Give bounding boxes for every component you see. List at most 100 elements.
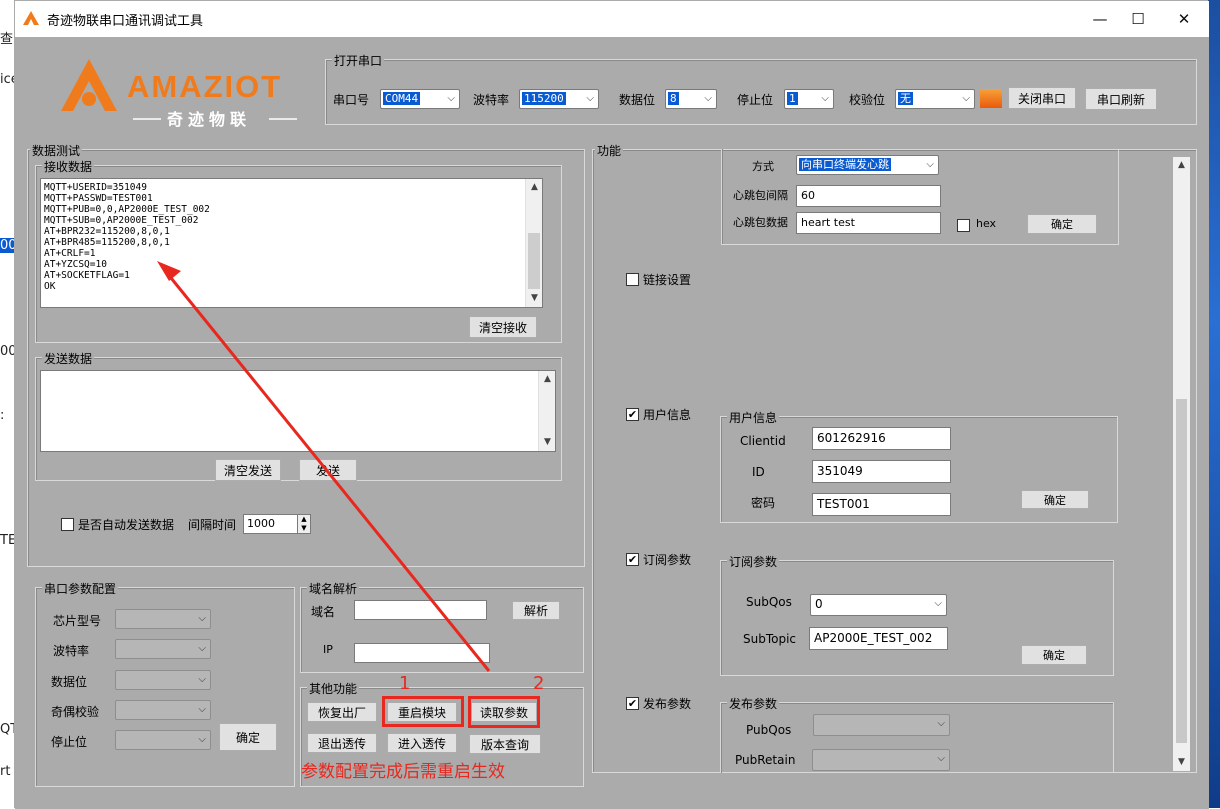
desktop-text-fragment: QT [0, 722, 14, 737]
databits-value: 8 [668, 92, 679, 105]
publish-checkbox[interactable]: ✔ [626, 697, 639, 710]
chevron-down-icon: ⌵ [962, 93, 970, 104]
subqos-select[interactable]: 0 ⌵ [810, 594, 947, 616]
window-title: 奇迹物联串口通讯调试工具 [47, 14, 204, 29]
refresh-port-button[interactable]: 串口刷新 [1085, 88, 1157, 110]
link-settings-label: 链接设置 [643, 273, 692, 287]
group-title: 接收数据 [42, 158, 95, 175]
chevron-down-icon: ⌵ [198, 734, 206, 745]
parity-select[interactable]: 无 ⌵ [895, 89, 975, 109]
port-value: COM44 [383, 92, 421, 105]
scroll-up-icon[interactable]: ▲ [539, 371, 555, 388]
link-settings-checkbox[interactable] [626, 273, 639, 286]
group-title: 功能 [595, 142, 624, 159]
scroll-up-icon[interactable]: ▲ [1173, 157, 1190, 174]
exit-passthrough-button[interactable]: 退出透传 [307, 733, 377, 753]
config-stopbits-select[interactable]: ⌵ [115, 730, 211, 750]
auto-send-label: 是否自动发送数据 [78, 518, 175, 532]
chevron-down-icon: ⌵ [821, 93, 829, 104]
receive-line: MQTT+PUB=0,0,AP2000E_TEST_002 [44, 204, 210, 215]
hex-checkbox[interactable] [957, 219, 970, 232]
logo-brand-text: AMAZIOT [127, 69, 282, 104]
config-parity-select[interactable]: ⌵ [115, 700, 211, 720]
chevron-down-icon: ⌵ [198, 643, 206, 654]
function-scrollbar[interactable]: ▲ ▼ [1173, 157, 1190, 771]
config-baud-select[interactable]: ⌵ [115, 639, 211, 659]
send-textarea[interactable]: ▲ ▼ [40, 370, 556, 452]
heartbeat-data-input[interactable]: heart test [796, 212, 941, 234]
password-input[interactable]: TEST001 [812, 493, 951, 516]
receive-line: AT+CRLF=1 [44, 248, 96, 259]
scroll-thumb[interactable] [528, 233, 540, 289]
group-title: 发布参数 [727, 695, 780, 712]
baud-select[interactable]: 115200 ⌵ [519, 89, 599, 109]
pubretain-select[interactable]: ⌵ [812, 749, 950, 771]
stopbits-select[interactable]: 1 ⌵ [784, 89, 834, 109]
subscribe-checkbox[interactable]: ✔ [626, 553, 639, 566]
clear-send-button[interactable]: 清空发送 [215, 459, 281, 481]
annotation-number-1: 1 [399, 673, 411, 694]
desktop-text-fragment: rt [0, 764, 11, 779]
heartbeat-mode-select[interactable]: 向串口终端发心跳 ⌵ [796, 155, 939, 175]
receive-textarea[interactable]: MQTT+USERID=351049 MQTT+PASSWD=TEST001 MQT… [40, 178, 543, 308]
group-title: 发送数据 [42, 350, 95, 367]
heartbeat-data-label: 心跳包数据 [733, 216, 788, 229]
subqos-label: SubQos [746, 595, 792, 609]
annotation-box-read [468, 696, 540, 728]
interval-input[interactable]: 1000 [243, 514, 298, 534]
chevron-down-icon: ⌵ [586, 93, 594, 104]
scroll-up-icon[interactable]: ▲ [526, 179, 542, 196]
version-query-button[interactable]: 版本查询 [469, 734, 541, 754]
factory-reset-button[interactable]: 恢复出厂 [307, 702, 377, 722]
config-baud-label: 波特率 [53, 644, 90, 658]
logo-subtitle-text: 奇迹物联 [167, 110, 251, 129]
auto-send-checkbox[interactable] [61, 518, 74, 531]
chip-model-select[interactable]: ⌵ [115, 609, 211, 629]
send-button[interactable]: 发送 [299, 459, 357, 481]
subscribe-ok-button[interactable]: 确定 [1021, 645, 1087, 665]
receive-line: AT+SOCKETFLAG=1 [44, 270, 130, 281]
maximize-button[interactable]: ☐ [1115, 1, 1161, 37]
heartbeat-ok-button[interactable]: 确定 [1027, 214, 1097, 234]
scroll-down-icon[interactable]: ▼ [526, 290, 542, 307]
config-databits-select[interactable]: ⌵ [115, 670, 211, 690]
user-info-ok-button[interactable]: 确定 [1021, 490, 1089, 509]
desktop-text-fragment: ice [0, 72, 14, 87]
clientid-label: Clientid [740, 434, 786, 448]
heartbeat-mode-value: 向串口终端发心跳 [799, 158, 891, 171]
desktop-text-fragment: TES [0, 533, 14, 548]
app-logo-icon [23, 11, 39, 25]
user-info-checkbox[interactable]: ✔ [626, 408, 639, 421]
enter-passthrough-button[interactable]: 进入透传 [387, 733, 457, 753]
send-scrollbar[interactable]: ▲ ▼ [538, 371, 555, 451]
config-databits-label: 数据位 [51, 675, 88, 689]
clear-receive-button[interactable]: 清空接收 [469, 316, 537, 338]
databits-label: 数据位 [619, 93, 656, 107]
heartbeat-interval-input[interactable]: 60 [796, 185, 941, 207]
scroll-down-icon[interactable]: ▼ [539, 434, 555, 451]
port-select[interactable]: COM44 ⌵ [380, 89, 460, 109]
desktop-background-right [1208, 0, 1220, 808]
pubretain-label: PubRetain [735, 753, 796, 767]
id-input[interactable]: 351049 [812, 460, 951, 483]
heartbeat-interval-label: 心跳包间隔 [733, 189, 788, 202]
receive-scrollbar[interactable]: ▲ ▼ [525, 179, 542, 307]
config-ok-button[interactable]: 确定 [219, 723, 277, 751]
close-port-button[interactable]: 关闭串口 [1008, 87, 1076, 109]
receive-line: MQTT+USERID=351049 [44, 182, 147, 193]
databits-select[interactable]: 8 ⌵ [665, 89, 717, 109]
receive-line: MQTT+PASSWD=TEST001 [44, 193, 153, 204]
close-button[interactable]: ✕ [1161, 1, 1207, 37]
domain-input[interactable] [354, 600, 487, 620]
clientid-input[interactable]: 601262916 [812, 427, 951, 450]
ip-input[interactable] [354, 643, 490, 663]
pubqos-select[interactable]: ⌵ [813, 714, 950, 736]
title-bar[interactable]: 奇迹物联串口通讯调试工具 — ☐ ✕ [15, 1, 1209, 37]
subtopic-input[interactable]: AP2000E_TEST_002 [809, 627, 948, 650]
parity-value: 无 [898, 92, 913, 105]
scroll-thumb[interactable] [1176, 399, 1187, 743]
client-area: AMAZIOT 奇迹物联 打开串口 串口号 COM44 ⌵ 波特率 115200 ⌵… [15, 37, 1209, 809]
interval-spin-button[interactable]: ▲ ▼ [297, 514, 311, 534]
resolve-button[interactable]: 解析 [512, 601, 560, 620]
scroll-down-icon[interactable]: ▼ [1173, 754, 1190, 771]
